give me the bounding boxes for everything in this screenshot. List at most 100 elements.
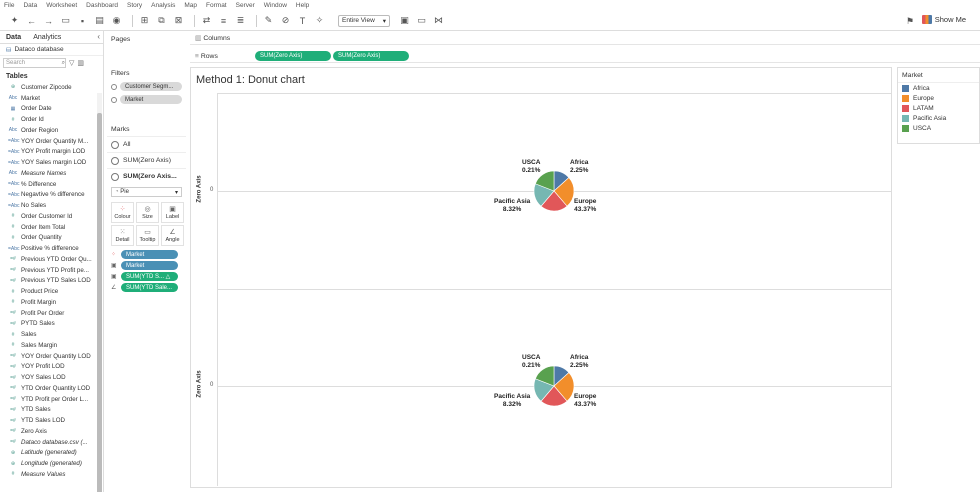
pie-chart-2[interactable] [533,365,575,407]
scrollbar-thumb[interactable] [97,113,102,492]
tooltip-toggle-icon[interactable]: ⚑ [906,16,914,27]
field-item[interactable]: =Abc No Sales [0,200,103,211]
presentation-mode-icon[interactable]: ▭ [415,14,428,28]
field-item[interactable]: =# YTD Profit per Order L... [0,394,103,405]
rows-pill-zero-axis-2[interactable]: SUM(Zero Axis) [333,51,409,61]
field-item[interactable]: =# Previous YTD Sales LOD [0,276,103,287]
sort-descending-icon[interactable]: ≣ [234,14,247,28]
rows-pill-zero-axis-1[interactable]: SUM(Zero Axis) [255,51,331,61]
field-item[interactable]: ⊕ Longitude (generated) [0,458,103,469]
field-item[interactable]: =Abc YOY Profit margin LOD [0,147,103,158]
menu-item-help[interactable]: Help [296,2,309,9]
field-item[interactable]: # Profit Margin [0,297,103,308]
columns-shelf[interactable]: ▥ Columns [190,32,980,45]
highlight-icon[interactable]: ✎ [262,14,275,28]
field-item[interactable]: # Measure Values [0,469,103,480]
field-item[interactable]: # Order Quantity [0,233,103,244]
axis-title-2[interactable]: Zero Axis [197,370,203,397]
field-item[interactable]: =# PYTD Sales [0,319,103,330]
tooltip-button[interactable]: ▭ Tooltip [136,225,159,246]
field-item[interactable]: =Abc % Difference [0,179,103,190]
rows-shelf[interactable]: ≡ Rows SUM(Zero Axis) SUM(Zero Axis) [190,50,980,63]
field-item[interactable]: # Sales [0,329,103,340]
field-item[interactable]: # Order Item Total [0,222,103,233]
duplicate-sheet-icon[interactable]: ⧉ [155,14,168,28]
share-icon[interactable]: ⋈ [432,14,445,28]
field-item[interactable]: =# YOY Profit LOD [0,362,103,373]
menu-item-data[interactable]: Data [23,2,37,9]
view-options-icon[interactable]: ▥ [77,59,84,67]
save-icon[interactable]: ▪ [76,14,89,28]
clear-sheet-icon[interactable]: ⊠ [172,14,185,28]
tableau-logo-icon[interactable]: ✦ [8,14,21,28]
axis-title-1[interactable]: Zero Axis [197,175,203,202]
show-cards-icon[interactable]: ▣ [398,14,411,28]
fit-view-select[interactable]: Entire View ▾ [338,14,390,27]
filter-pill-market[interactable]: Market [120,95,182,104]
menu-item-dashboard[interactable]: Dashboard [86,2,118,9]
field-item[interactable]: =Abc YOY Sales margin LOD [0,157,103,168]
field-item[interactable]: Abc Market [0,93,103,104]
marks-pill-angle-ytd-sales[interactable]: SUM(YTD Sale... [121,283,178,292]
filter-pill-customer-segment[interactable]: Customer Segm... [120,82,182,91]
angle-button[interactable]: ∠ Angle [161,225,184,246]
marks-pill-label-market[interactable]: Market [121,261,178,270]
field-item[interactable]: # Product Price [0,286,103,297]
collapse-pane-icon[interactable]: ‹ [97,32,100,41]
legend-item-pacific-asia[interactable]: Pacific Asia [898,113,979,123]
detail-button[interactable]: ⁙ Detail [111,225,134,246]
datasource-item[interactable]: ⛁ Dataco database [0,44,103,56]
marks-pill-label-ytd-sales[interactable]: SUM(YTD S... △ [121,272,178,281]
legend-item-usca[interactable]: USCA [898,123,979,133]
redo-icon[interactable]: → [42,14,55,28]
sort-ascending-icon[interactable]: ≡ [217,14,230,28]
group-members-icon[interactable]: ⊘ [279,14,292,28]
colour-button[interactable]: ⁘ Colour [111,202,134,223]
menu-item-map[interactable]: Map [184,2,197,9]
field-item[interactable]: =# Dataco database.csv (... [0,437,103,448]
field-item[interactable]: Abc Order Region [0,125,103,136]
tab-analytics[interactable]: Analytics [27,34,67,41]
view-title[interactable]: Method 1: Donut chart [196,74,305,86]
field-item[interactable]: # Order Customer Id [0,211,103,222]
field-item[interactable]: =# YTD Sales [0,405,103,416]
field-item[interactable]: ⊕ Latitude (generated) [0,448,103,459]
size-button[interactable]: ◎ Size [136,202,159,223]
field-item[interactable]: =# YTD Sales LOD [0,415,103,426]
menu-item-window[interactable]: Window [264,2,287,9]
marks-layer-zero-axis-1[interactable]: SUM(Zero Axis) [107,152,186,168]
menu-item-worksheet[interactable]: Worksheet [46,2,77,9]
mark-type-select[interactable]: ◔ Pie ▾ [111,187,182,197]
new-data-source-icon[interactable]: ▤ [93,14,106,28]
filter-fields-icon[interactable]: ▽ [69,59,74,67]
field-item[interactable]: Abc Measure Names [0,168,103,179]
field-item[interactable]: ▦ Order Date [0,104,103,115]
field-item[interactable]: =# Profit Per Order [0,308,103,319]
menu-item-analysis[interactable]: Analysis [151,2,175,9]
field-item[interactable]: =# Previous YTD Profit pe... [0,265,103,276]
menu-item-format[interactable]: Format [206,2,227,9]
field-list-scrollbar[interactable] [97,93,102,492]
field-item[interactable]: =Abc Positive % difference [0,243,103,254]
field-item[interactable]: =# Zero Axis [0,426,103,437]
field-item[interactable]: =# YOY Sales LOD [0,372,103,383]
field-item[interactable]: =Abc Negavtive % difference [0,190,103,201]
search-input[interactable]: Search ⌕ [3,58,66,68]
field-item[interactable]: # Sales Margin [0,340,103,351]
marks-layer-zero-axis-2[interactable]: SUM(Zero Axis... [107,168,186,184]
show-mark-labels-icon[interactable]: T [296,14,309,28]
menu-item-server[interactable]: Server [236,2,255,9]
field-item[interactable]: =# YTD Order Quantity LOD [0,383,103,394]
legend-item-africa[interactable]: Africa [898,83,979,93]
swap-rows-columns-icon[interactable]: ⇄ [200,14,213,28]
undo-icon[interactable]: ← [25,14,38,28]
pie-chart-1[interactable] [533,170,575,212]
fix-axes-icon[interactable]: ✧ [313,14,326,28]
new-worksheet-icon[interactable]: ⊞ [138,14,151,28]
legend-item-latam[interactable]: LATAM [898,103,979,113]
menu-item-file[interactable]: File [4,2,14,9]
field-item[interactable]: # Order Id [0,114,103,125]
legend-item-europe[interactable]: Europe [898,93,979,103]
connect-data-icon[interactable]: ▭ [59,14,72,28]
field-item[interactable]: =# Previous YTD Order Qu... [0,254,103,265]
